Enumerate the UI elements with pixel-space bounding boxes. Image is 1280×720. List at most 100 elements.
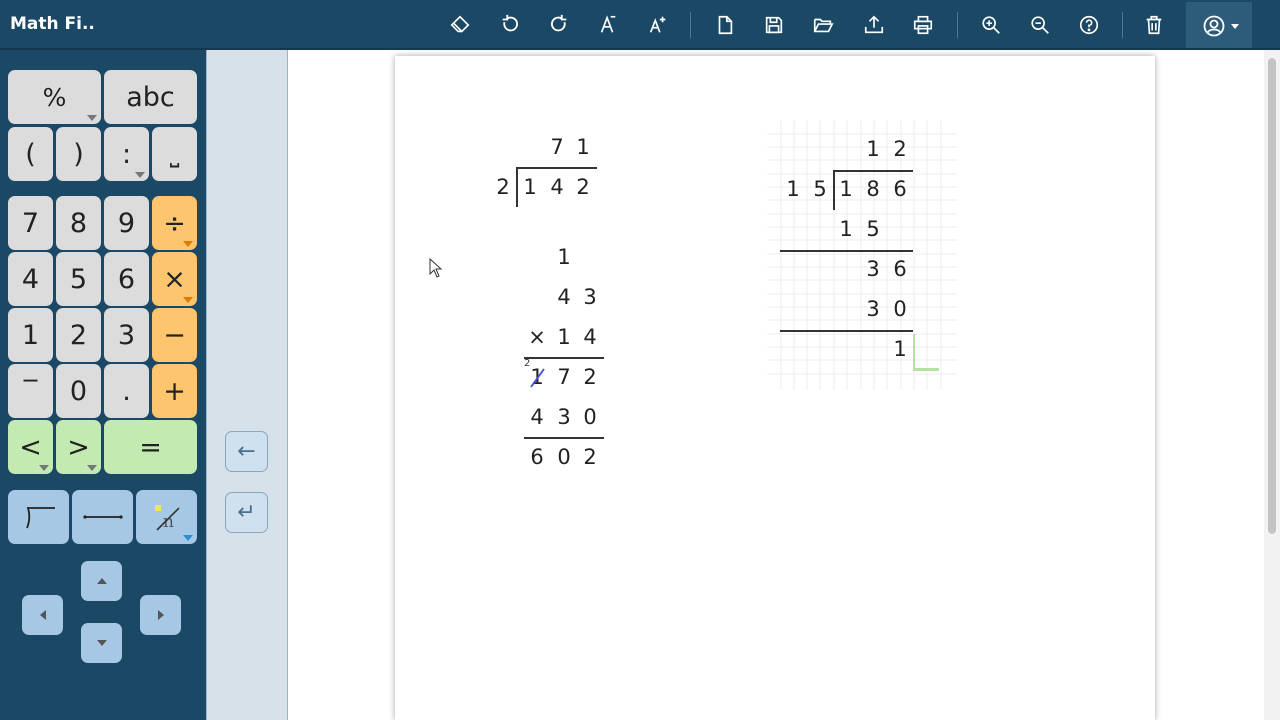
zoom-out-icon[interactable] [1024,9,1056,41]
arrow-right-icon [157,610,164,620]
print-icon[interactable] [907,9,939,41]
toolbar-separator [957,12,958,38]
backspace-button[interactable]: ← [225,431,268,472]
key-multiply[interactable]: × [152,252,197,306]
help-icon[interactable] [1073,9,1105,41]
keypad-palette: % abc ( ) : ⎵ 7 8 9 ÷ 4 5 6 × 1 2 3 − ‾ … [0,50,206,720]
left-arrow-icon: ← [237,439,256,464]
long-division-icon [25,507,55,529]
font-decrease-icon[interactable] [592,9,624,41]
worksheet-page[interactable]: 7 1 2 1 4 2 1 4 3 × 1 4 2 1 7 2 4 3 0 6 … [395,56,1155,720]
key-8[interactable]: 8 [56,196,101,250]
dividend-digit: 1 [839,177,853,201]
key-equals[interactable]: = [104,420,197,474]
divisor-digit: 5 [813,177,827,201]
key-less-than[interactable]: < [8,420,53,474]
cross-out-tool[interactable]: n [136,490,197,544]
key-percent[interactable]: % [8,70,101,124]
horizontal-line-icon [82,515,123,519]
multiplier-digit: 4 [583,325,597,349]
zoom-in-icon[interactable] [975,9,1007,41]
subtraction-line [780,250,913,252]
key-6[interactable]: 6 [104,252,149,306]
key-minus[interactable]: − [152,308,197,362]
partial-product-digit: 0 [583,405,597,429]
difference-digit: 3 [866,257,880,281]
subtract-digit: 3 [866,297,880,321]
key-abc[interactable]: abc [104,70,197,124]
user-icon [1202,14,1226,38]
key-2[interactable]: 2 [56,308,101,362]
key-greater-than[interactable]: > [56,420,101,474]
open-folder-icon[interactable] [807,9,839,41]
sum-line [524,437,604,439]
key-7[interactable]: 7 [8,196,53,250]
key-5[interactable]: 5 [56,252,101,306]
product-digit: 6 [530,445,544,469]
divisor-digit: 2 [496,175,510,199]
upload-icon[interactable] [858,9,890,41]
dividend-digit: 8 [866,177,880,201]
difference-digit: 6 [893,257,907,281]
dividend-digit: 4 [550,175,564,199]
key-open-paren[interactable]: ( [8,127,53,181]
quotient-digit: 2 [893,137,907,161]
key-colon[interactable]: : [104,127,149,181]
remainder-digit: 1 [893,337,907,361]
dividend-digit: 6 [893,177,907,201]
division-bracket-top [833,170,913,172]
multiply-sign: × [528,325,546,349]
enter-icon: ↵ [237,500,256,525]
arrow-up-button[interactable] [81,561,122,601]
partial-product-digit: 3 [557,405,571,429]
quotient-digit: 1 [866,137,880,161]
multiplicand-digit: 4 [557,285,571,309]
font-increase-icon[interactable] [642,9,674,41]
division-bracket-side [516,167,518,207]
undo-icon[interactable] [494,9,526,41]
key-overline[interactable]: ‾ [8,364,53,418]
save-icon[interactable] [758,9,790,41]
long-division-tool[interactable] [8,490,69,544]
enter-button[interactable]: ↵ [225,492,268,533]
arrow-right-button[interactable] [140,595,181,635]
subtract-digit: 0 [893,297,907,321]
key-3[interactable]: 3 [104,308,149,362]
key-close-paren[interactable]: ) [56,127,101,181]
mouse-pointer-icon [429,258,443,278]
top-toolbar: Math Fi.. [0,0,1280,50]
eraser-icon[interactable] [444,9,476,41]
arrow-left-button[interactable] [22,595,63,635]
arrow-down-button[interactable] [81,623,122,663]
new-file-icon[interactable] [709,9,741,41]
key-9[interactable]: 9 [104,196,149,250]
key-divide[interactable]: ÷ [152,196,197,250]
divisor-digit: 1 [786,177,800,201]
arrow-up-icon [96,578,107,584]
text-cursor-box[interactable] [913,334,939,371]
key-plus[interactable]: + [152,364,197,418]
key-decimal[interactable]: . [104,364,149,418]
toolbar-separator [690,12,691,38]
cross-out-icon: n [154,505,180,532]
product-digit: 0 [557,445,571,469]
arrow-left-icon [39,610,46,620]
dividend-digit: 1 [523,175,537,199]
trash-icon[interactable] [1138,9,1170,41]
key-4[interactable]: 4 [8,252,53,306]
redo-icon[interactable] [543,9,575,41]
partial-product-digit: 4 [530,405,544,429]
subtract-digit: 1 [839,217,853,241]
navigation-panel: ← ↵ [206,50,288,720]
key-0[interactable]: 0 [56,364,101,418]
key-space[interactable]: ⎵ [152,127,197,181]
chevron-down-icon [1231,24,1239,29]
quotient-digit: 1 [576,135,590,159]
scrollbar-thumb[interactable] [1268,58,1276,534]
horizontal-line-tool[interactable] [72,490,133,544]
user-menu[interactable] [1186,2,1252,48]
key-1[interactable]: 1 [8,308,53,362]
division-bracket-top [516,167,597,169]
multiplier-digit: 1 [557,325,571,349]
vertical-scrollbar[interactable] [1264,50,1280,720]
